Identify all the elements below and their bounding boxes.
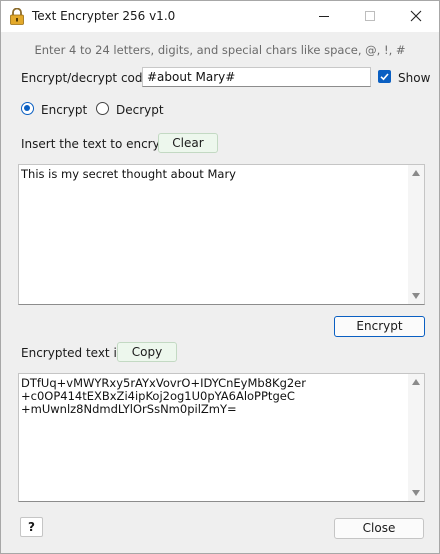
encrypted-text-area[interactable]: DTfUq+vMWYRxy5rAYxVovrO+IDYCnEyMb8Kg2er …: [18, 373, 425, 502]
close-icon: [410, 10, 422, 22]
clear-button[interactable]: Clear: [158, 133, 218, 153]
show-label: Show: [398, 71, 431, 85]
decrypt-radio[interactable]: [96, 102, 109, 115]
scroll-down-icon[interactable]: [412, 490, 420, 496]
close-button[interactable]: Close: [334, 518, 424, 539]
plain-text-scrollbar[interactable]: [408, 165, 424, 304]
plain-text-content[interactable]: This is my secret thought about Mary: [21, 168, 405, 181]
scroll-up-icon[interactable]: [412, 379, 420, 385]
code-input[interactable]: [142, 67, 371, 87]
checkmark-icon: [380, 73, 389, 81]
copy-button[interactable]: Copy: [117, 342, 177, 362]
title-bar[interactable]: Text Encrypter 256 v1.0: [1, 1, 439, 32]
lock-icon: [10, 8, 24, 25]
encrypted-text-content[interactable]: DTfUq+vMWYRxy5rAYxVovrO+IDYCnEyMb8Kg2er …: [21, 377, 405, 416]
scroll-down-icon[interactable]: [412, 293, 420, 299]
show-checkbox[interactable]: [378, 70, 391, 83]
help-button[interactable]: ?: [20, 517, 43, 537]
code-label: Encrypt/decrypt code:: [21, 71, 154, 85]
close-window-button[interactable]: [393, 1, 439, 32]
decrypt-radio-label[interactable]: Decrypt: [116, 103, 164, 117]
input-text-label: Insert the text to encrypt:: [21, 137, 177, 151]
plain-text-area[interactable]: This is my secret thought about Mary: [18, 164, 425, 305]
encrypt-button[interactable]: Encrypt: [334, 316, 425, 337]
output-text-label: Encrypted text is:: [21, 346, 128, 360]
code-hint: Enter 4 to 24 letters, digits, and speci…: [34, 43, 406, 57]
minimize-button[interactable]: [301, 1, 347, 32]
app-window: Text Encrypter 256 v1.0 Enter 4 to 24 le…: [0, 0, 440, 554]
encrypt-radio[interactable]: [21, 102, 34, 115]
window-title: Text Encrypter 256 v1.0: [32, 9, 176, 23]
maximize-button[interactable]: [347, 1, 393, 32]
encrypt-radio-label[interactable]: Encrypt: [41, 103, 87, 117]
minimize-icon: [319, 16, 329, 17]
maximize-icon: [365, 11, 375, 21]
scroll-up-icon[interactable]: [412, 170, 420, 176]
encrypted-text-scrollbar[interactable]: [408, 374, 424, 501]
